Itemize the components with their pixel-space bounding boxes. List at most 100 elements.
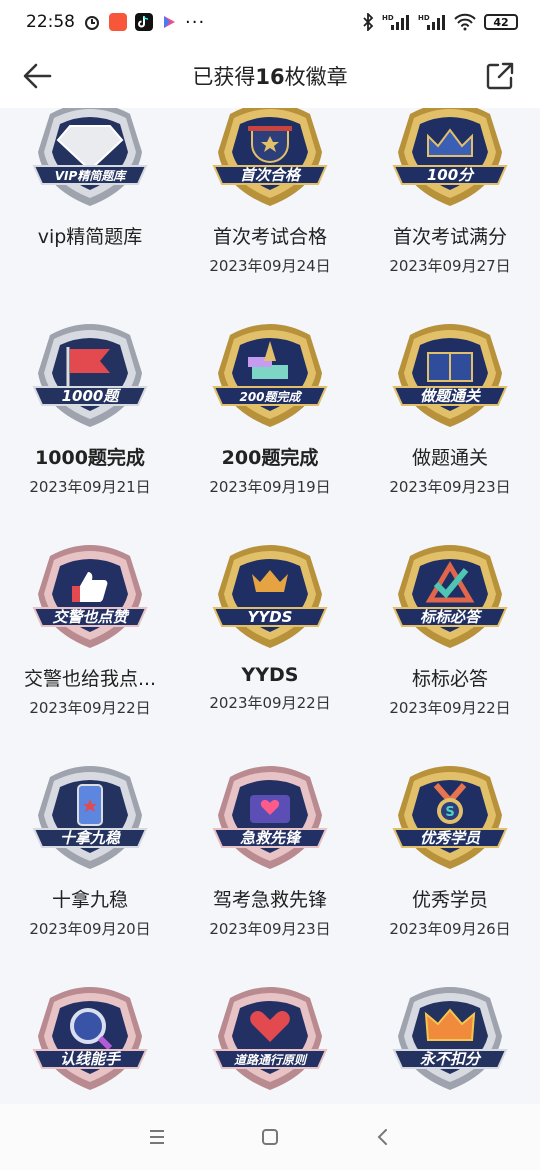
tiktok-icon [135,13,153,31]
badge-item[interactable]: 1000题 1000题完成 2023年09月21日 [0,317,180,538]
svg-text:HD: HD [418,14,430,22]
badge-item[interactable]: YYDS YYDS 2023年09月22日 [180,538,360,759]
signal-icon-2: HD [418,13,446,31]
trophy-badge-icon: 首次合格 [200,108,340,216]
svg-text:VIP精简题库: VIP精简题库 [55,169,128,183]
flag-badge-icon: 1000题 [20,317,160,437]
badge-date: 2023年09月22日 [209,694,331,712]
badge-item[interactable]: 首次合格首次考试合格 2023年09月24日 [180,108,360,317]
svg-text:S: S [445,805,454,820]
badge-name: 十拿九稳 [51,889,128,911]
system-nav-bar [0,1104,540,1170]
badge-item[interactable]: 200题完成 200题完成 2023年09月19日 [180,317,360,538]
badge-item[interactable]: 做题通关 做题通关 2023年09月23日 [360,317,540,538]
menu-button[interactable] [137,1117,177,1157]
badge-name: 200题完成 [221,447,319,469]
phone-hand-badge-icon: 十拿九稳 [20,759,160,879]
badge-item[interactable]: 认线能手认线能手 [0,980,180,1104]
title-prefix: 已获得 [192,65,256,89]
alarm-icon [83,13,101,31]
badge-name: 做题通关 [411,447,488,469]
badge-item[interactable]: 急救先锋 驾考急救先锋 2023年09月23日 [180,759,360,980]
battery-indicator: 42 [484,14,518,30]
badge-date: 2023年09月24日 [209,257,331,275]
svg-text:标标必答: 标标必答 [420,608,483,626]
badge-name: 交警也给我点... [23,668,157,690]
heart-hands-badge-icon: 道路通行原则 [200,980,340,1100]
svg-text:100分: 100分 [427,166,475,184]
share-icon [486,62,514,90]
first-aid-kit-badge-icon: 急救先锋 [200,759,340,879]
svg-text:200题完成: 200题完成 [239,390,302,404]
app-header: 已获得16枚徽章 [0,44,540,108]
badge-date: 2023年09月23日 [389,478,511,496]
badge-item[interactable]: S 优秀学员 优秀学员 2023年09月26日 [360,759,540,980]
crown-hand-badge-icon: YYDS [200,538,340,658]
svg-text:认线能手: 认线能手 [60,1050,122,1068]
badge-item[interactable]: 十拿九稳 十拿九稳 2023年09月20日 [0,759,180,980]
badge-name: 首次考试合格 [212,226,327,248]
svg-text:急救先锋: 急救先锋 [240,829,302,847]
svg-text:HD: HD [382,14,394,22]
badge-count: 16 [255,65,285,89]
badge-grid: VIP精简题库 vip精简题库 首次合格 首次考试合格 2023年09月24日 100分首… [0,108,540,1104]
badge-item[interactable]: VIP精简题库 vip精简题库 [0,108,180,317]
badge-date: 2023年09月19日 [209,478,331,496]
badge-name: 驾考急救先锋 [212,889,327,911]
svg-text:十拿九稳: 十拿九稳 [60,829,121,847]
svg-text:YYDS: YYDS [248,608,293,626]
badge-item[interactable]: 标标必答 标标必答 2023年09月22日 [360,538,540,759]
more-status-icon: ··· [185,11,206,33]
svg-text:做题通关: 做题通关 [420,387,481,405]
crown-badge-icon: 永不扣分 [380,980,520,1100]
thumbs-up-badge-icon: 交警也点赞 [20,538,160,658]
title-suffix: 枚徽章 [284,65,348,89]
badge-name: YYDS [241,664,299,686]
play-icon [161,14,177,30]
badge-date: 2023年09月22日 [389,699,511,717]
medal-badge-icon: S 优秀学员 [380,759,520,879]
svg-text:优秀学员: 优秀学员 [420,829,481,847]
book-badge-icon: 做题通关 [380,317,520,437]
badge-date: 2023年09月27日 [389,257,511,275]
chevron-left-icon [377,1129,388,1145]
badge-item[interactable]: 永不扣分永不扣分 [360,980,540,1104]
status-bar: 22:58 ··· HD HD 42 [0,0,540,44]
svg-text:永不扣分: 永不扣分 [420,1050,482,1068]
badge-date: 2023年09月22日 [29,699,151,717]
crown-chart-badge-icon: 100分 [380,108,520,216]
status-time: 22:58 [26,12,75,32]
badge-name: 首次考试满分 [392,226,507,248]
status-left: 22:58 ··· [26,12,205,33]
app-notification-icon [109,13,127,31]
badge-item[interactable]: 道路通行原则道路通行原则 [180,980,360,1104]
magnifier-badge-icon: 认线能手 [20,980,160,1100]
badge-item[interactable]: 100分首次考试满分 2023年09月27日 [360,108,540,317]
svg-text:首次合格: 首次合格 [240,166,302,184]
badge-date: 2023年09月26日 [389,920,511,938]
svg-text:交警也点赞: 交警也点赞 [52,608,129,626]
wifi-icon [454,13,476,31]
page-title: 已获得16枚徽章 [192,61,347,91]
pen-books-badge-icon: 200题完成 [200,317,340,437]
diamond-badge-icon: VIP精简题库 [20,108,160,216]
badge-list[interactable]: VIP精简题库 vip精简题库 首次合格 首次考试合格 2023年09月24日 100分首… [0,108,540,1104]
badge-name: vip精简题库 [37,226,143,248]
arrow-left-icon [23,63,52,89]
home-square-icon [261,1129,278,1145]
back-button[interactable] [20,60,56,92]
nav-back-button[interactable] [363,1117,403,1157]
home-button[interactable] [250,1117,290,1157]
svg-text:道路通行原则: 道路通行原则 [234,1053,308,1067]
share-button[interactable] [484,60,516,92]
menu-icon [149,1130,164,1144]
badge-name: 优秀学员 [411,889,488,911]
badge-date: 2023年09月21日 [29,478,151,496]
status-right: HD HD 42 [362,13,518,31]
badge-item[interactable]: 交警也点赞交警也给我点... 2023年09月22日 [0,538,180,759]
signal-icon: HD [382,13,410,31]
badge-name: 标标必答 [411,668,488,690]
bluetooth-icon [362,13,374,31]
svg-text:1000题: 1000题 [62,387,122,405]
check-triangle-badge-icon: 标标必答 [380,538,520,658]
